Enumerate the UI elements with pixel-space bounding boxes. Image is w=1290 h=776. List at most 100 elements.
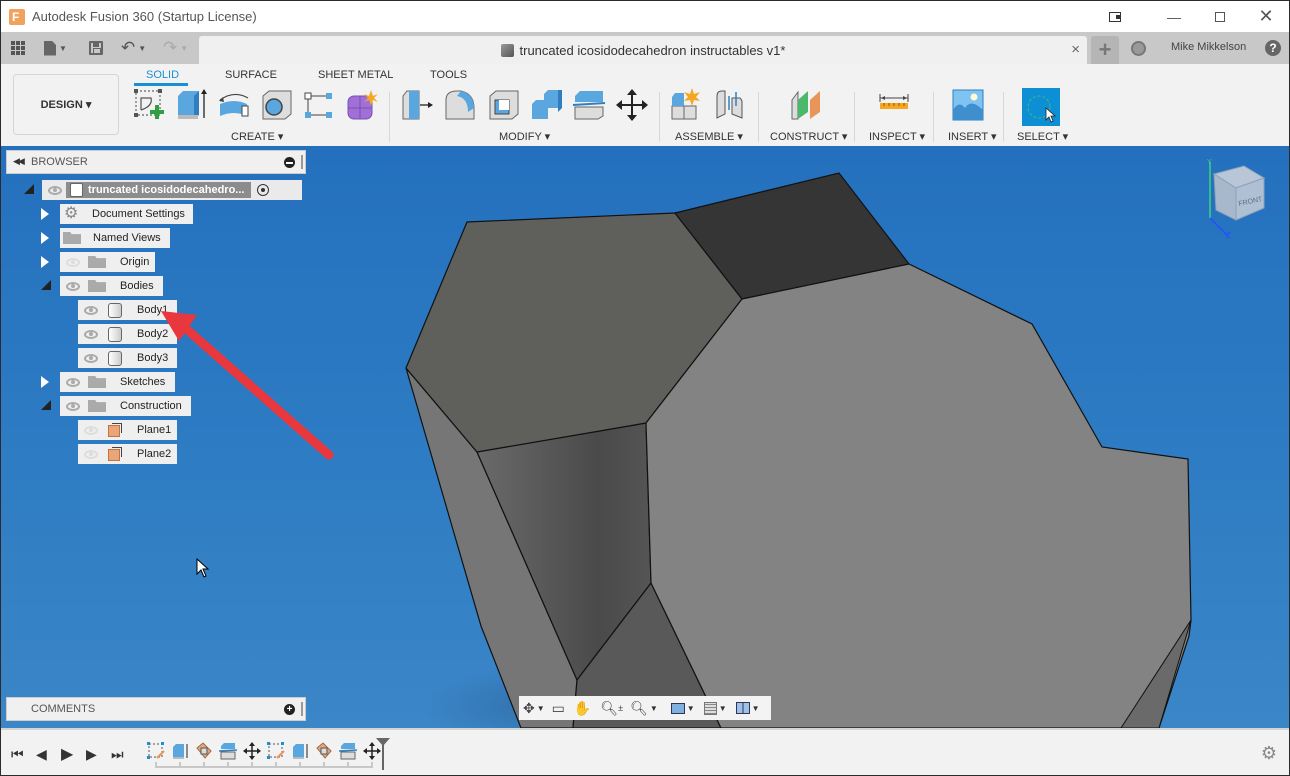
timeline-feature-split-body[interactable] <box>219 742 237 760</box>
display-settings-button[interactable]: ▼ <box>670 702 695 714</box>
insert-image-icon[interactable] <box>951 88 985 122</box>
expand-toggle[interactable] <box>41 400 51 410</box>
extrude-icon[interactable] <box>175 88 209 122</box>
close-tab-button[interactable]: × <box>1071 41 1080 58</box>
visibility-off-icon[interactable] <box>84 425 98 435</box>
collapse-panel-icon[interactable]: ◀◀ <box>13 156 25 167</box>
timeline-feature-move[interactable] <box>243 742 261 760</box>
go-to-start-button[interactable]: ⏮ <box>11 746 24 763</box>
split-body-icon[interactable] <box>572 88 606 122</box>
visibility-eye-icon[interactable] <box>84 305 98 315</box>
expand-toggle[interactable] <box>41 232 49 244</box>
assemble-menu[interactable]: ASSEMBLE ▾ <box>675 130 743 143</box>
orbit-button[interactable]: ✥ ▼ <box>523 700 545 717</box>
pan-button[interactable]: ✋ <box>574 700 591 717</box>
go-to-end-button[interactable]: ⏭ <box>111 746 124 763</box>
browser-panel-header[interactable]: ◀◀ BROWSER <box>6 150 306 174</box>
construct-menu[interactable]: CONSTRUCT ▾ <box>770 130 847 143</box>
browser-node-construction[interactable]: Construction <box>60 396 191 416</box>
hole-icon[interactable] <box>260 88 294 122</box>
browser-node-plane1[interactable]: Plane1 <box>78 420 177 440</box>
tab-solid[interactable]: SOLID <box>146 69 179 81</box>
visibility-off-icon[interactable] <box>66 257 80 267</box>
fillet-icon[interactable] <box>443 88 477 122</box>
pattern-icon[interactable] <box>302 88 336 122</box>
user-account-button[interactable]: Mike Mikkelson <box>1171 41 1246 53</box>
settings-gear-icon[interactable]: ⚙ <box>1261 743 1277 764</box>
expand-toggle[interactable] <box>41 208 49 220</box>
zoom-button[interactable]: 🔍︎ ± <box>600 700 623 717</box>
browser-node-document-settings[interactable]: ⚙ Document Settings <box>60 204 193 224</box>
visibility-eye-icon[interactable] <box>84 329 98 339</box>
expand-toggle[interactable] <box>41 280 51 290</box>
browser-root-node[interactable]: truncated icosidodecahedro... <box>42 180 302 200</box>
timeline-feature-plane[interactable] <box>315 742 333 760</box>
inspect-menu[interactable]: INSPECT ▾ <box>869 130 925 143</box>
browser-node-bodies[interactable]: Bodies <box>60 276 163 296</box>
move-copy-icon[interactable] <box>615 88 649 122</box>
timeline-feature-sketch[interactable] <box>267 742 285 760</box>
redo-button[interactable]: ↷ ▼ <box>163 32 188 64</box>
save-button[interactable] <box>89 32 103 64</box>
select-icon[interactable] <box>1022 88 1060 126</box>
browser-node-plane2[interactable]: Plane2 <box>78 444 177 464</box>
step-forward-button[interactable]: ▶ <box>86 746 97 763</box>
grid-snaps-button[interactable]: ▼ <box>703 701 727 715</box>
job-status-icon[interactable] <box>1131 41 1146 56</box>
visibility-eye-icon[interactable] <box>66 401 80 411</box>
timeline-feature-split-body[interactable] <box>339 742 357 760</box>
workspace-switcher-button[interactable]: DESIGN ▾ <box>13 74 119 135</box>
new-tab-button[interactable]: + <box>1091 36 1119 64</box>
undo-button[interactable]: ↶ ▼ <box>121 32 146 64</box>
panel-resize-handle[interactable] <box>301 155 303 169</box>
measure-icon[interactable] <box>877 88 911 122</box>
expand-toggle[interactable] <box>41 376 49 388</box>
timeline-feature-extrude[interactable] <box>171 742 189 760</box>
browser-node-body2[interactable]: Body2 <box>78 324 177 344</box>
browser-node-sketches[interactable]: Sketches <box>60 372 175 392</box>
view-cube[interactable]: Y Z FRONT <box>1206 158 1276 238</box>
press-pull-icon[interactable] <box>401 88 435 122</box>
collapse-all-icon[interactable] <box>284 157 295 168</box>
tab-surface[interactable]: SURFACE <box>225 69 277 81</box>
expand-toggle[interactable] <box>24 184 34 194</box>
create-menu[interactable]: CREATE ▾ <box>231 130 283 143</box>
step-back-button[interactable]: ◀ <box>36 746 47 763</box>
minimize-button[interactable]: — <box>1151 1 1197 32</box>
comments-panel-header[interactable]: COMMENTS + <box>6 697 306 721</box>
visibility-eye-icon[interactable] <box>84 353 98 363</box>
close-window-button[interactable]: ✕ <box>1243 1 1289 32</box>
modify-menu[interactable]: MODIFY ▾ <box>499 130 550 143</box>
tablet-mode-icon[interactable] <box>1109 11 1121 22</box>
tab-sheet-metal[interactable]: SHEET METAL <box>318 69 393 81</box>
file-menu-button[interactable]: ▼ <box>44 32 67 64</box>
look-at-button[interactable]: ▭ <box>552 700 565 717</box>
browser-node-body3[interactable]: Body3 <box>78 348 177 368</box>
insert-menu[interactable]: INSERT ▾ <box>948 130 997 143</box>
document-tab[interactable]: truncated icosidodecahedron instructable… <box>199 36 1087 64</box>
timeline-feature-sketch[interactable] <box>147 742 165 760</box>
offset-plane-icon[interactable] <box>789 88 823 122</box>
create-sketch-icon[interactable] <box>133 88 167 122</box>
browser-node-named-views[interactable]: Named Views <box>60 228 170 248</box>
visibility-off-icon[interactable] <box>84 449 98 459</box>
create-form-icon[interactable] <box>345 88 379 122</box>
visibility-eye-icon[interactable] <box>66 377 80 387</box>
add-comment-icon[interactable]: + <box>284 704 295 715</box>
joint-icon[interactable] <box>712 88 746 122</box>
combine-icon[interactable] <box>530 88 564 122</box>
model-geometry[interactable] <box>1 146 1290 728</box>
shell-icon[interactable] <box>487 88 521 122</box>
data-panel-button[interactable] <box>11 32 25 64</box>
revolve-icon[interactable] <box>217 88 251 122</box>
3d-viewport[interactable]: Y Z FRONT ✥ ▼ ▭ ✋ 🔍︎ ± 🔍︎ ▼ ▼ ▼ ▼ <box>1 146 1290 728</box>
viewports-button[interactable]: ▼ <box>735 702 760 714</box>
timeline-feature-extrude[interactable] <box>291 742 309 760</box>
visibility-eye-icon[interactable] <box>48 185 62 195</box>
fit-button[interactable]: 🔍︎ ▼ <box>630 700 658 717</box>
expand-toggle[interactable] <box>41 256 49 268</box>
visibility-eye-icon[interactable] <box>66 281 80 291</box>
browser-node-origin[interactable]: Origin <box>60 252 155 272</box>
timeline-marker[interactable] <box>376 738 390 770</box>
help-icon[interactable]: ? <box>1265 40 1281 56</box>
